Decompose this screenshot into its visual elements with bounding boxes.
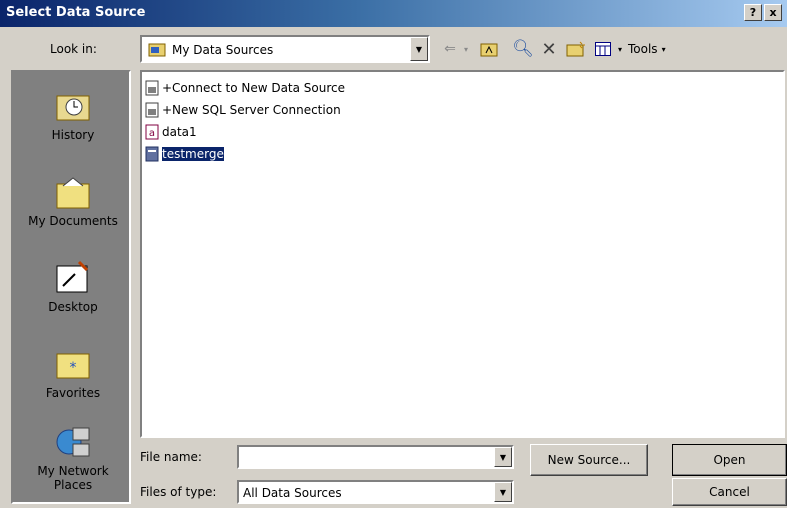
place-label: History — [51, 128, 95, 142]
tools-label: Tools — [628, 42, 658, 56]
place-favorites[interactable]: * Favorites — [13, 346, 133, 400]
close-button[interactable]: x — [764, 4, 782, 21]
access-file-icon: a — [145, 124, 160, 140]
places-bar: History My Documents Desktop * Favorites… — [11, 70, 131, 504]
back-icon[interactable]: ⇐ — [440, 38, 460, 60]
my-documents-icon — [53, 174, 93, 210]
cancel-button[interactable]: Cancel — [672, 478, 787, 506]
svg-text:a: a — [149, 128, 155, 139]
folder-icon — [148, 41, 166, 60]
history-icon — [53, 88, 93, 124]
back-dropdown-icon[interactable]: ▾ — [460, 38, 472, 60]
new-folder-icon[interactable] — [565, 38, 587, 60]
filetype-select[interactable]: All Data Sources ▼ — [237, 480, 514, 504]
help-button[interactable]: ? — [744, 4, 762, 21]
filename-label: File name: — [140, 450, 202, 464]
list-item[interactable]: +New SQL Server Connection — [145, 100, 341, 120]
place-network[interactable]: My Network Places — [13, 424, 133, 492]
chevron-down-icon[interactable]: ▼ — [494, 447, 512, 467]
chevron-down-icon[interactable]: ▼ — [410, 37, 428, 61]
place-desktop[interactable]: Desktop — [13, 260, 133, 314]
place-label: Desktop — [48, 300, 98, 314]
search-web-icon[interactable]: 🔍︎ — [512, 38, 534, 60]
filetype-label: Files of type: — [140, 485, 217, 499]
tools-menu[interactable]: Tools ▾ — [628, 38, 688, 60]
place-label: My Documents — [28, 214, 118, 228]
chevron-down-icon: ▾ — [661, 44, 666, 54]
lookin-value: My Data Sources — [172, 43, 274, 57]
network-places-icon — [53, 424, 93, 460]
filetype-value: All Data Sources — [243, 486, 342, 500]
up-folder-icon[interactable] — [478, 38, 500, 60]
views-dropdown-icon[interactable]: ▾ — [615, 38, 625, 60]
db-file-icon — [145, 146, 160, 162]
window-title: Select Data Source — [6, 5, 146, 20]
file-name: +New SQL Server Connection — [162, 103, 341, 117]
title-bar: Select Data Source ? x — [0, 0, 787, 27]
new-source-button[interactable]: New Source... — [530, 444, 648, 476]
place-my-documents[interactable]: My Documents — [13, 174, 133, 228]
favorites-icon: * — [53, 346, 93, 382]
chevron-down-icon[interactable]: ▼ — [494, 482, 512, 502]
views-icon[interactable] — [593, 38, 613, 60]
file-list[interactable]: +Connect to New Data Source +New SQL Ser… — [140, 70, 785, 438]
place-label: Favorites — [45, 386, 101, 400]
file-name: data1 — [162, 125, 197, 139]
place-history[interactable]: History — [13, 88, 133, 142]
filename-field[interactable]: ▼ — [237, 445, 514, 469]
desktop-icon — [53, 260, 93, 296]
data-source-icon — [145, 80, 160, 96]
list-item[interactable]: a data1 — [145, 122, 197, 142]
open-button[interactable]: Open — [672, 444, 787, 476]
list-item[interactable]: +Connect to New Data Source — [145, 78, 345, 98]
delete-icon[interactable]: ✕ — [540, 38, 558, 60]
lookin-combo[interactable]: My Data Sources ▼ — [140, 35, 430, 63]
lookin-label: Look in: — [50, 42, 97, 56]
data-source-icon — [145, 102, 160, 118]
file-name: testmerge — [162, 147, 224, 161]
place-label: My Network Places — [37, 464, 109, 492]
svg-text:*: * — [70, 360, 77, 376]
list-item-selected[interactable]: testmerge — [145, 144, 224, 164]
file-name: +Connect to New Data Source — [162, 81, 346, 95]
